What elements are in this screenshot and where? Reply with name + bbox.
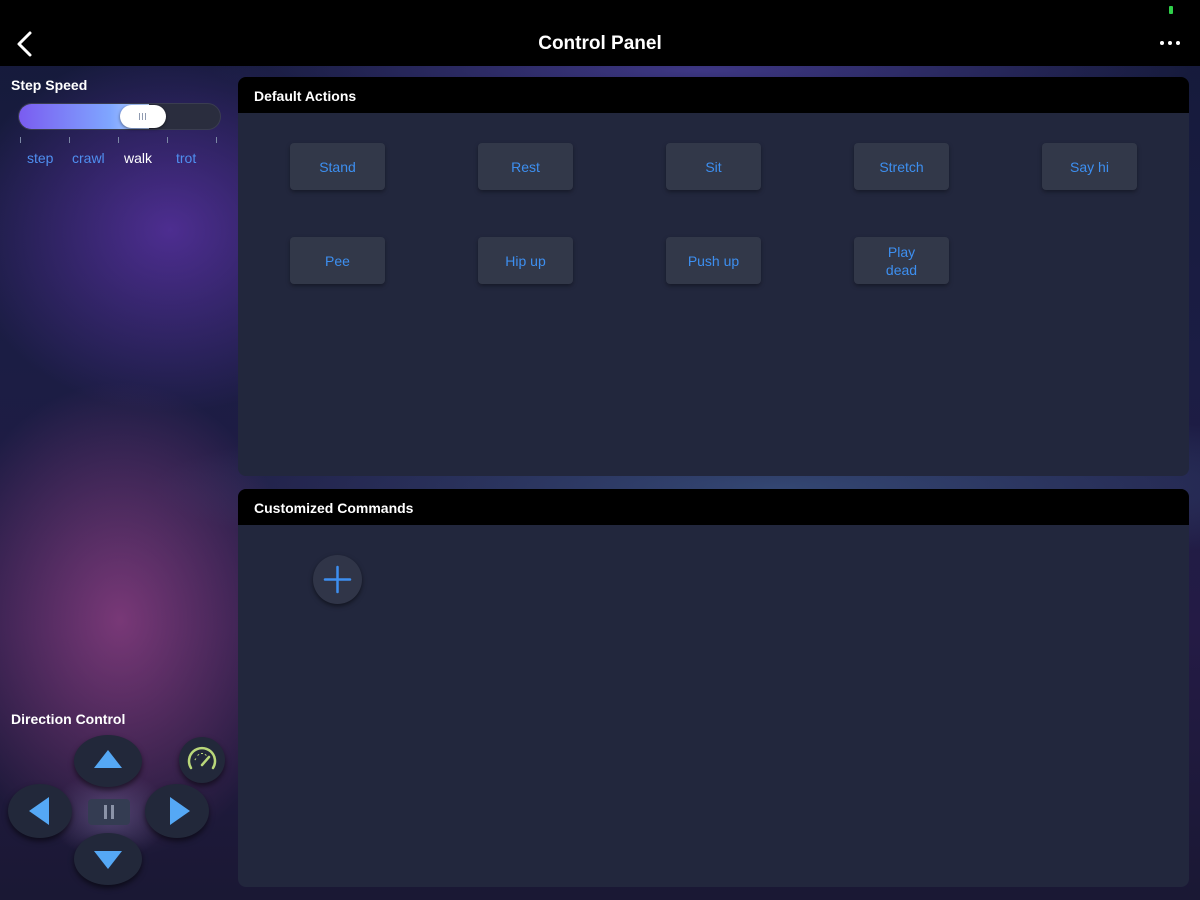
action-say-hi-button[interactable]: Say hi [1042,143,1137,190]
page-title: Control Panel [538,33,662,54]
action-sit-button[interactable]: Sit [666,143,761,190]
action-pee-button[interactable]: Pee [290,237,385,284]
speed-gauge-button[interactable] [179,737,225,783]
slider-tick [167,137,168,143]
more-options-button[interactable] [1158,36,1182,50]
status-indicator [1169,6,1173,14]
customized-commands-panel: Customized Commands [238,489,1189,887]
speed-option-walk[interactable]: walk [124,150,152,166]
speed-option-crawl[interactable]: crawl [72,150,105,166]
default-actions-panel: Default Actions Stand Rest Sit Stretch S… [238,77,1189,476]
direction-control-label: Direction Control [11,711,126,727]
move-left-button[interactable] [8,784,72,838]
top-bar: Control Panel [0,0,1200,66]
action-rest-button[interactable]: Rest [478,143,573,190]
slider-tick [118,137,119,143]
move-down-button[interactable] [74,833,142,885]
customized-commands-header: Customized Commands [238,489,1189,525]
grip-icon [138,113,148,120]
arrow-up-icon [94,750,122,768]
action-stand-button[interactable]: Stand [290,143,385,190]
arrow-down-icon [94,851,122,869]
pause-icon [104,805,114,819]
step-speed-label: Step Speed [11,77,88,93]
more-horizontal-icon [1160,41,1164,45]
arrow-right-icon [170,797,190,825]
action-hip-up-button[interactable]: Hip up [478,237,573,284]
arrow-left-icon [29,797,49,825]
plus-icon [323,565,352,594]
action-push-up-button[interactable]: Push up [666,237,761,284]
default-actions-header: Default Actions [238,77,1189,113]
speed-option-step[interactable]: step [27,150,53,166]
speed-option-trot[interactable]: trot [176,150,196,166]
stop-button[interactable] [88,799,130,825]
add-command-button[interactable] [313,555,362,604]
step-speed-slider[interactable] [18,103,221,130]
action-play-dead-button[interactable]: Play dead [854,237,949,284]
slider-thumb[interactable] [120,105,166,128]
move-right-button[interactable] [145,784,209,838]
slider-tick [69,137,70,143]
action-stretch-button[interactable]: Stretch [854,143,949,190]
slider-tick [216,137,217,143]
move-up-button[interactable] [74,735,142,787]
speedometer-icon [187,746,217,770]
slider-tick [20,137,21,143]
